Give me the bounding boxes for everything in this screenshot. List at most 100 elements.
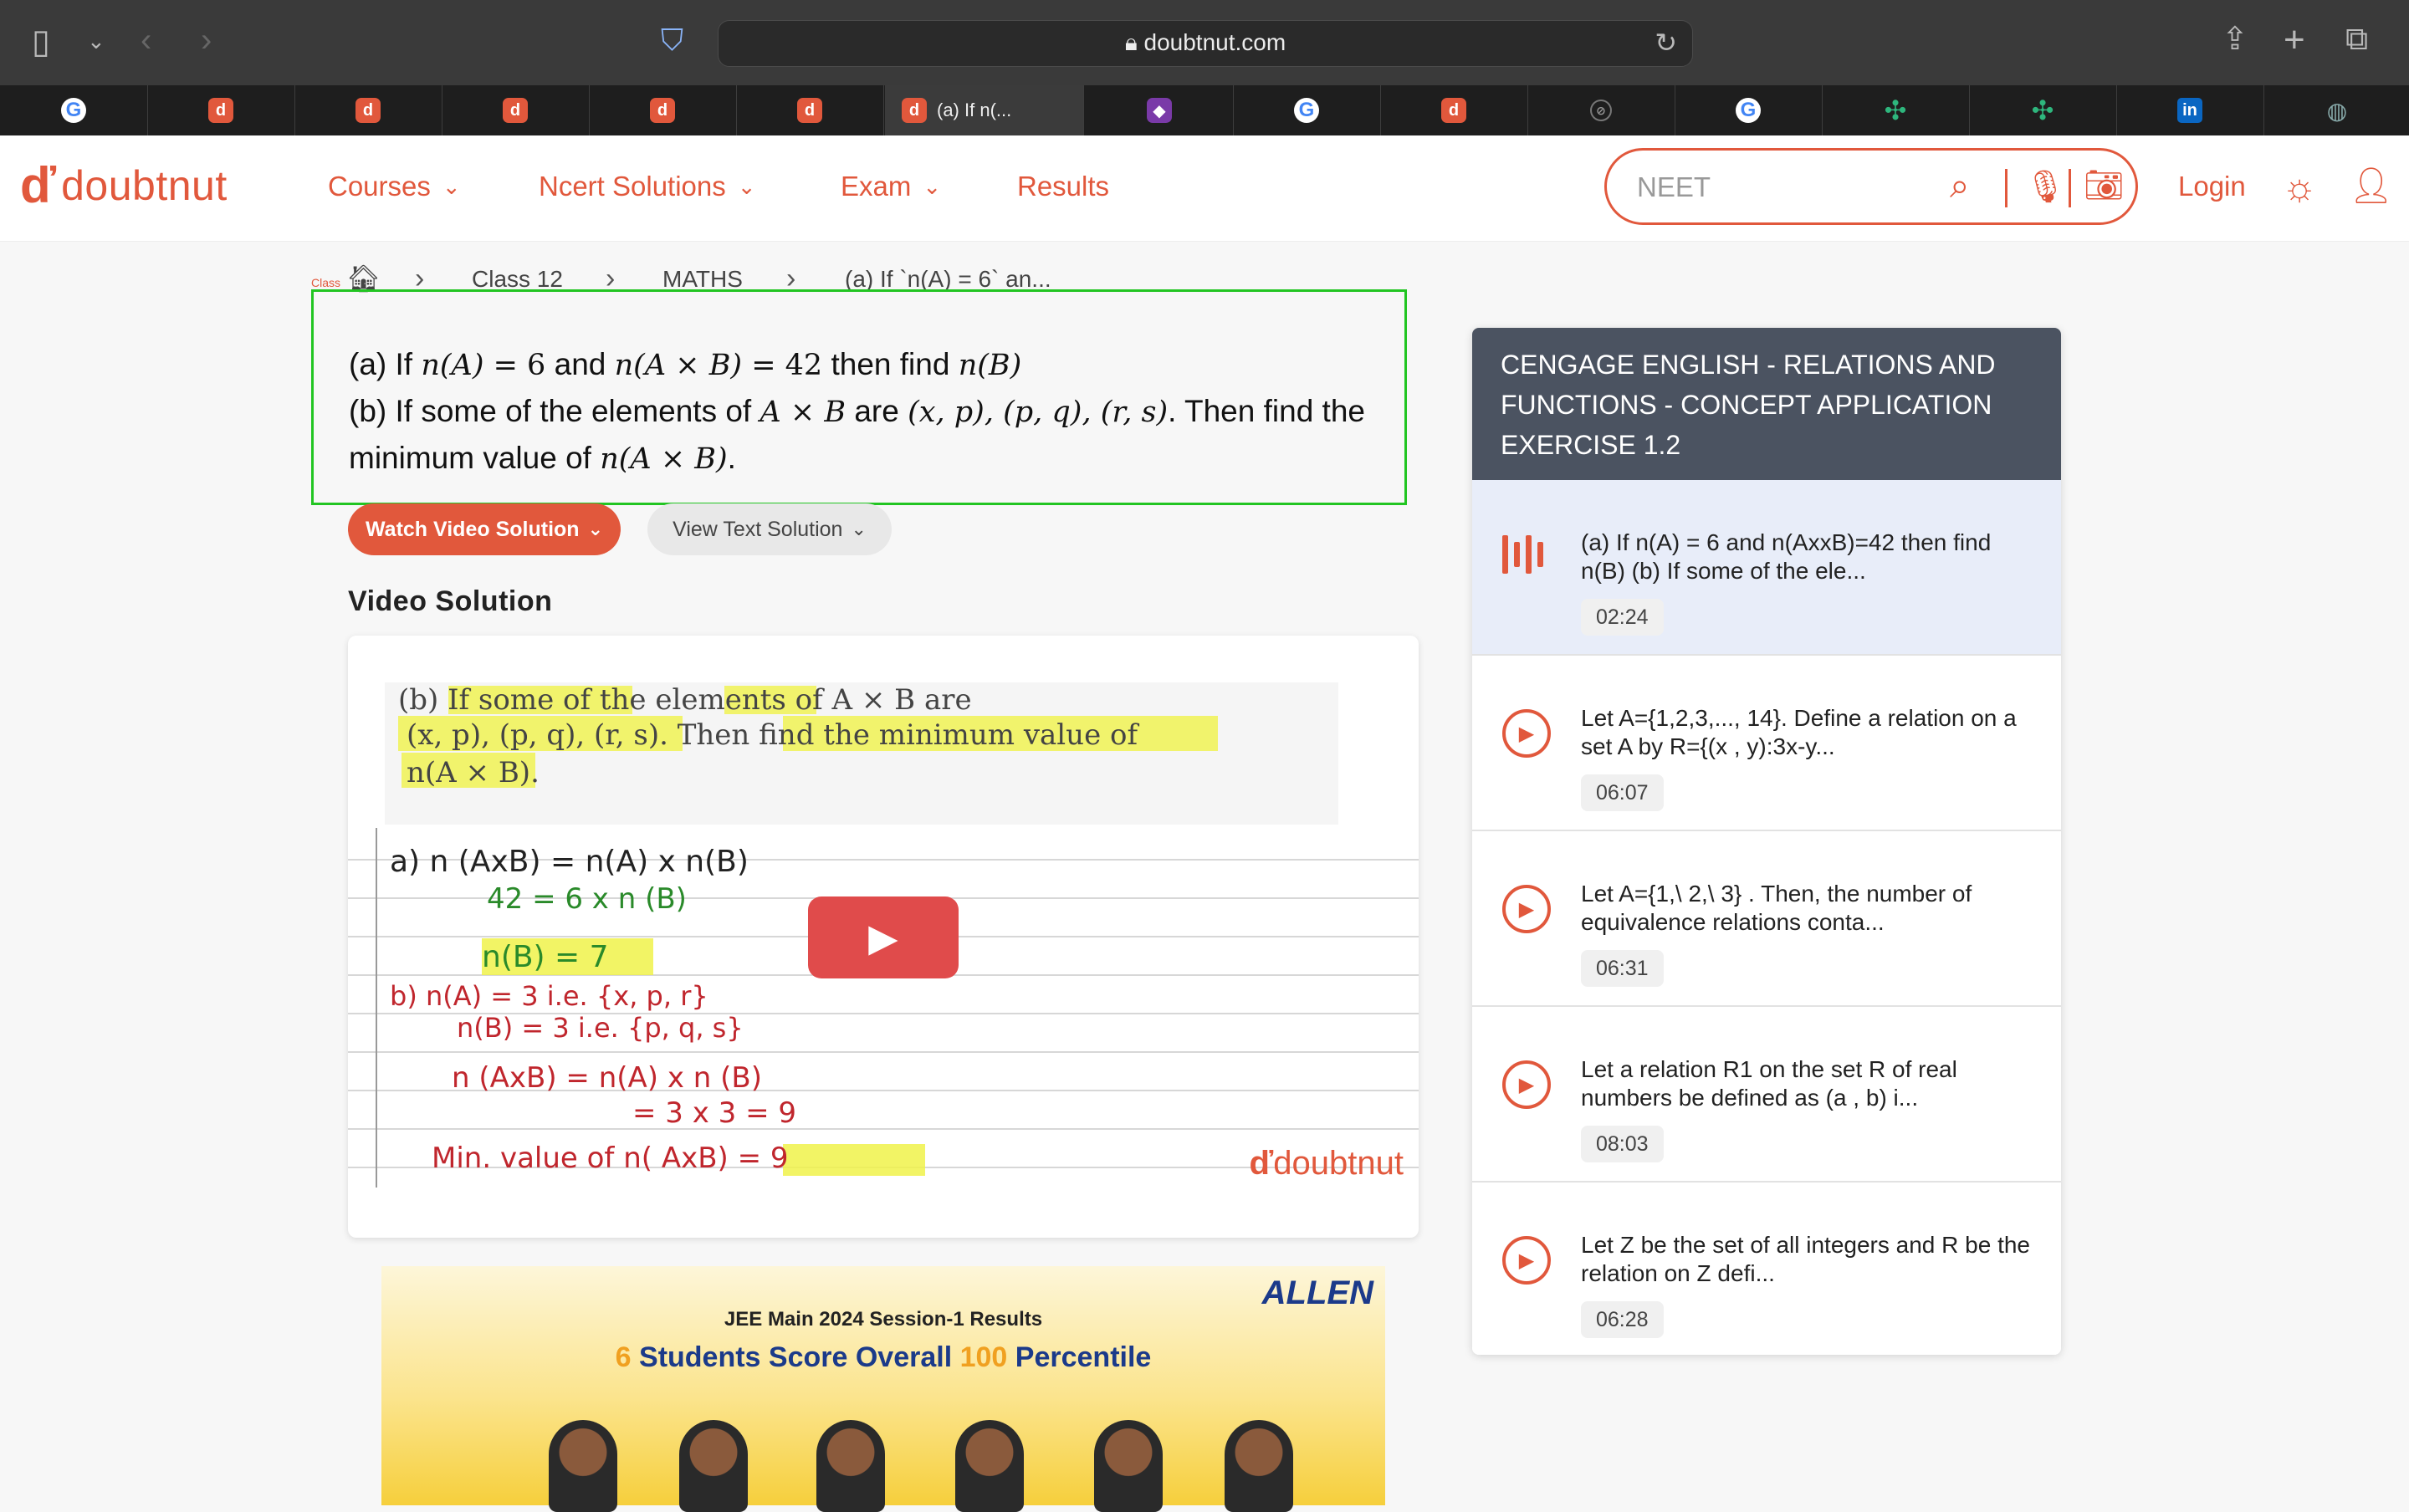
watch-video-label: Watch Video Solution	[366, 517, 580, 541]
playlist-item[interactable]: ▶ Let A={1,2,3,..., 14}. Define a relati…	[1472, 656, 2061, 831]
forward-icon[interactable]: ›	[201, 23, 212, 57]
theme-toggle-icon[interactable]: ☼	[2282, 164, 2317, 209]
doubtnut-icon: d	[902, 98, 927, 123]
tab-doubtnut[interactable]: d	[736, 85, 884, 135]
tab-active[interactable]: d (a) If n(...	[885, 85, 1084, 135]
play-circle-icon[interactable]: ▶	[1502, 885, 1551, 933]
play-circle-icon[interactable]: ▶	[1502, 709, 1551, 758]
tab-bar: G d d d d d d (a) If n(... ◆ G d ⊘ G ✣ ✣…	[0, 85, 2409, 136]
google-icon: G	[61, 98, 86, 123]
nav-courses[interactable]: Courses ⌄	[328, 171, 461, 202]
view-text-solution-button[interactable]: View Text Solution ⌄	[647, 503, 892, 555]
related-videos-panel: CENGAGE ENGLISH - RELATIONS AND FUNCTION…	[1472, 328, 2061, 1355]
tab-google[interactable]: G	[1675, 85, 1823, 135]
student-photo	[549, 1420, 617, 1512]
tab-doubtnut[interactable]: d	[589, 85, 737, 135]
chevron-down-icon: ⌄	[587, 518, 603, 539]
q-text: and	[554, 347, 606, 381]
address-bar[interactable]: 🔒︎ doubtnut.com ↻	[718, 20, 1693, 67]
q-math: = 42	[742, 349, 823, 382]
video-hw-line-3: n(B) = 7	[482, 940, 609, 974]
playlist-item-duration: 02:24	[1581, 599, 1664, 636]
video-hw-line-2: 42 = 6 x n (B)	[487, 882, 687, 916]
nav-results[interactable]: Results	[1017, 171, 1109, 202]
video-hw-line-4: b) n(A) = 3 i.e. {x, p, r}	[390, 980, 708, 1012]
user-icon[interactable]: 👤︎	[2349, 166, 2393, 207]
share-icon[interactable]: ⇪	[2222, 23, 2248, 55]
playlist-item-text: (a) If n(A) = 6 and n(AxxB)=42 then find…	[1581, 529, 1992, 584]
tab-overview-icon[interactable]: ⧉	[2345, 23, 2368, 55]
chevron-down-icon: ⌄	[737, 174, 756, 199]
tab-google[interactable]: G	[1233, 85, 1381, 135]
tab-slack[interactable]: ✣	[1822, 85, 1970, 135]
tab-globe[interactable]: ◍	[2263, 85, 2409, 135]
login-link[interactable]: Login	[2178, 171, 2246, 202]
separator	[2069, 169, 2071, 207]
camera-icon[interactable]: 📷︎	[2084, 167, 2124, 204]
play-button[interactable]: ▶	[808, 896, 959, 978]
active-tab-title: (a) If n(...	[937, 100, 1012, 120]
doubtnut-logo[interactable]: ď doubtnut	[20, 161, 228, 211]
tab-obsidian[interactable]: ◆	[1086, 85, 1234, 135]
play-circle-icon[interactable]: ▶	[1502, 1060, 1551, 1109]
tab-google[interactable]: G	[0, 85, 148, 135]
playlist-item-duration: 08:03	[1581, 1126, 1664, 1162]
sidebar-toggle-icon[interactable]: ▯	[32, 25, 50, 59]
playlist-item[interactable]: ▶ Let a relation R1 on the set R of real…	[1472, 1007, 2061, 1183]
question-line-a: (a) If n(A) = 6 and n(A × B) = 42 then f…	[349, 347, 1021, 382]
doubtnut-icon: d	[1441, 98, 1466, 123]
tab-doubtnut[interactable]: d	[1380, 85, 1528, 135]
ad-brand: ALLEN	[1261, 1274, 1373, 1311]
playlist-item[interactable]: ▶ Let Z be the set of all integers and R…	[1472, 1183, 2061, 1355]
question-text: (a) If n(A) = 6 and n(A × B) = 42 then f…	[311, 289, 1407, 505]
ad-text: Students Score Overall	[631, 1341, 960, 1373]
doubtnut-icon: d	[650, 98, 675, 123]
ad-subheadline: 6 Students Score Overall 100 Percentile	[381, 1341, 1385, 1374]
watch-video-solution-button[interactable]: Watch Video Solution ⌄	[348, 503, 621, 555]
q-math: n(A × B)	[614, 349, 743, 382]
tab-doubtnut[interactable]: d	[294, 85, 442, 135]
q-math: A × B	[760, 396, 846, 429]
microphone-icon[interactable]: 🎙︎	[2025, 169, 2065, 206]
globe-icon: ◍	[2326, 97, 2348, 124]
privacy-shield-icon[interactable]: ⛉	[661, 25, 683, 55]
chevron-down-icon[interactable]: ⌄	[87, 30, 105, 52]
video-printed-line-2: (x, p), (p, q), (r, s). Then find the mi…	[407, 718, 1139, 752]
video-printed-line-1: (b) If some of the elements of A × B are	[398, 683, 972, 717]
playlist-item-text: Let A={1,2,3,..., 14}. Define a relation…	[1581, 705, 2017, 759]
tab-doubtnut[interactable]: d	[442, 85, 590, 135]
playlist-item-text: Let A={1,\ 2,\ 3} . Then, the number of …	[1581, 881, 1972, 935]
q-text: (a) If	[349, 347, 413, 381]
search-box: ⌕ 🎙︎ 📷︎	[1604, 148, 2138, 225]
play-circle-icon[interactable]: ▶	[1502, 1236, 1551, 1285]
tab-linkedin[interactable]: in	[2116, 85, 2264, 135]
doubtnut-icon: d	[797, 98, 822, 123]
watermark-text: doubtnut	[1273, 1145, 1404, 1182]
playlist-item-text: Let a relation R1 on the set R of real n…	[1581, 1056, 1957, 1111]
search-input[interactable]	[1635, 171, 1940, 204]
ad-highlight: 100	[959, 1341, 1008, 1373]
q-text: (b) If some of the elements of	[349, 394, 752, 428]
search-icon[interactable]: ⌕	[1950, 166, 1970, 207]
ad-banner[interactable]: ALLEN JEE Main 2024 Session-1 Results 6 …	[381, 1266, 1385, 1512]
new-tab-icon[interactable]: +	[2284, 22, 2305, 59]
q-math: n(B)	[958, 349, 1022, 382]
back-icon[interactable]: ‹	[141, 23, 151, 57]
playlist-item[interactable]: ▶ Let A={1,\ 2,\ 3} . Then, the number o…	[1472, 831, 2061, 1007]
brand-name: doubtnut	[61, 162, 228, 209]
reload-icon[interactable]: ↻	[1655, 29, 1677, 56]
q-text: minimum value of	[349, 441, 591, 475]
playlist-item-active[interactable]: (a) If n(A) = 6 and n(AxxB)=42 then find…	[1472, 480, 2061, 656]
playlist-header: CENGAGE ENGLISH - RELATIONS AND FUNCTION…	[1472, 328, 2061, 480]
tab-slack[interactable]: ✣	[1969, 85, 2117, 135]
nav-exam[interactable]: Exam ⌄	[841, 171, 941, 202]
tab-doubtnut[interactable]: d	[147, 85, 295, 135]
nav-exam-label: Exam	[841, 171, 912, 202]
obsidian-icon: ◆	[1147, 98, 1172, 123]
student-photo	[1225, 1420, 1293, 1512]
video-player[interactable]: (b) If some of the elements of A × B are…	[348, 636, 1419, 1238]
ad-text: Percentile	[1007, 1341, 1152, 1373]
tab-compass[interactable]: ⊘	[1527, 85, 1675, 135]
nav-ncert-solutions[interactable]: Ncert Solutions ⌄	[539, 171, 756, 202]
url-text: doubtnut.com	[1143, 29, 1286, 55]
